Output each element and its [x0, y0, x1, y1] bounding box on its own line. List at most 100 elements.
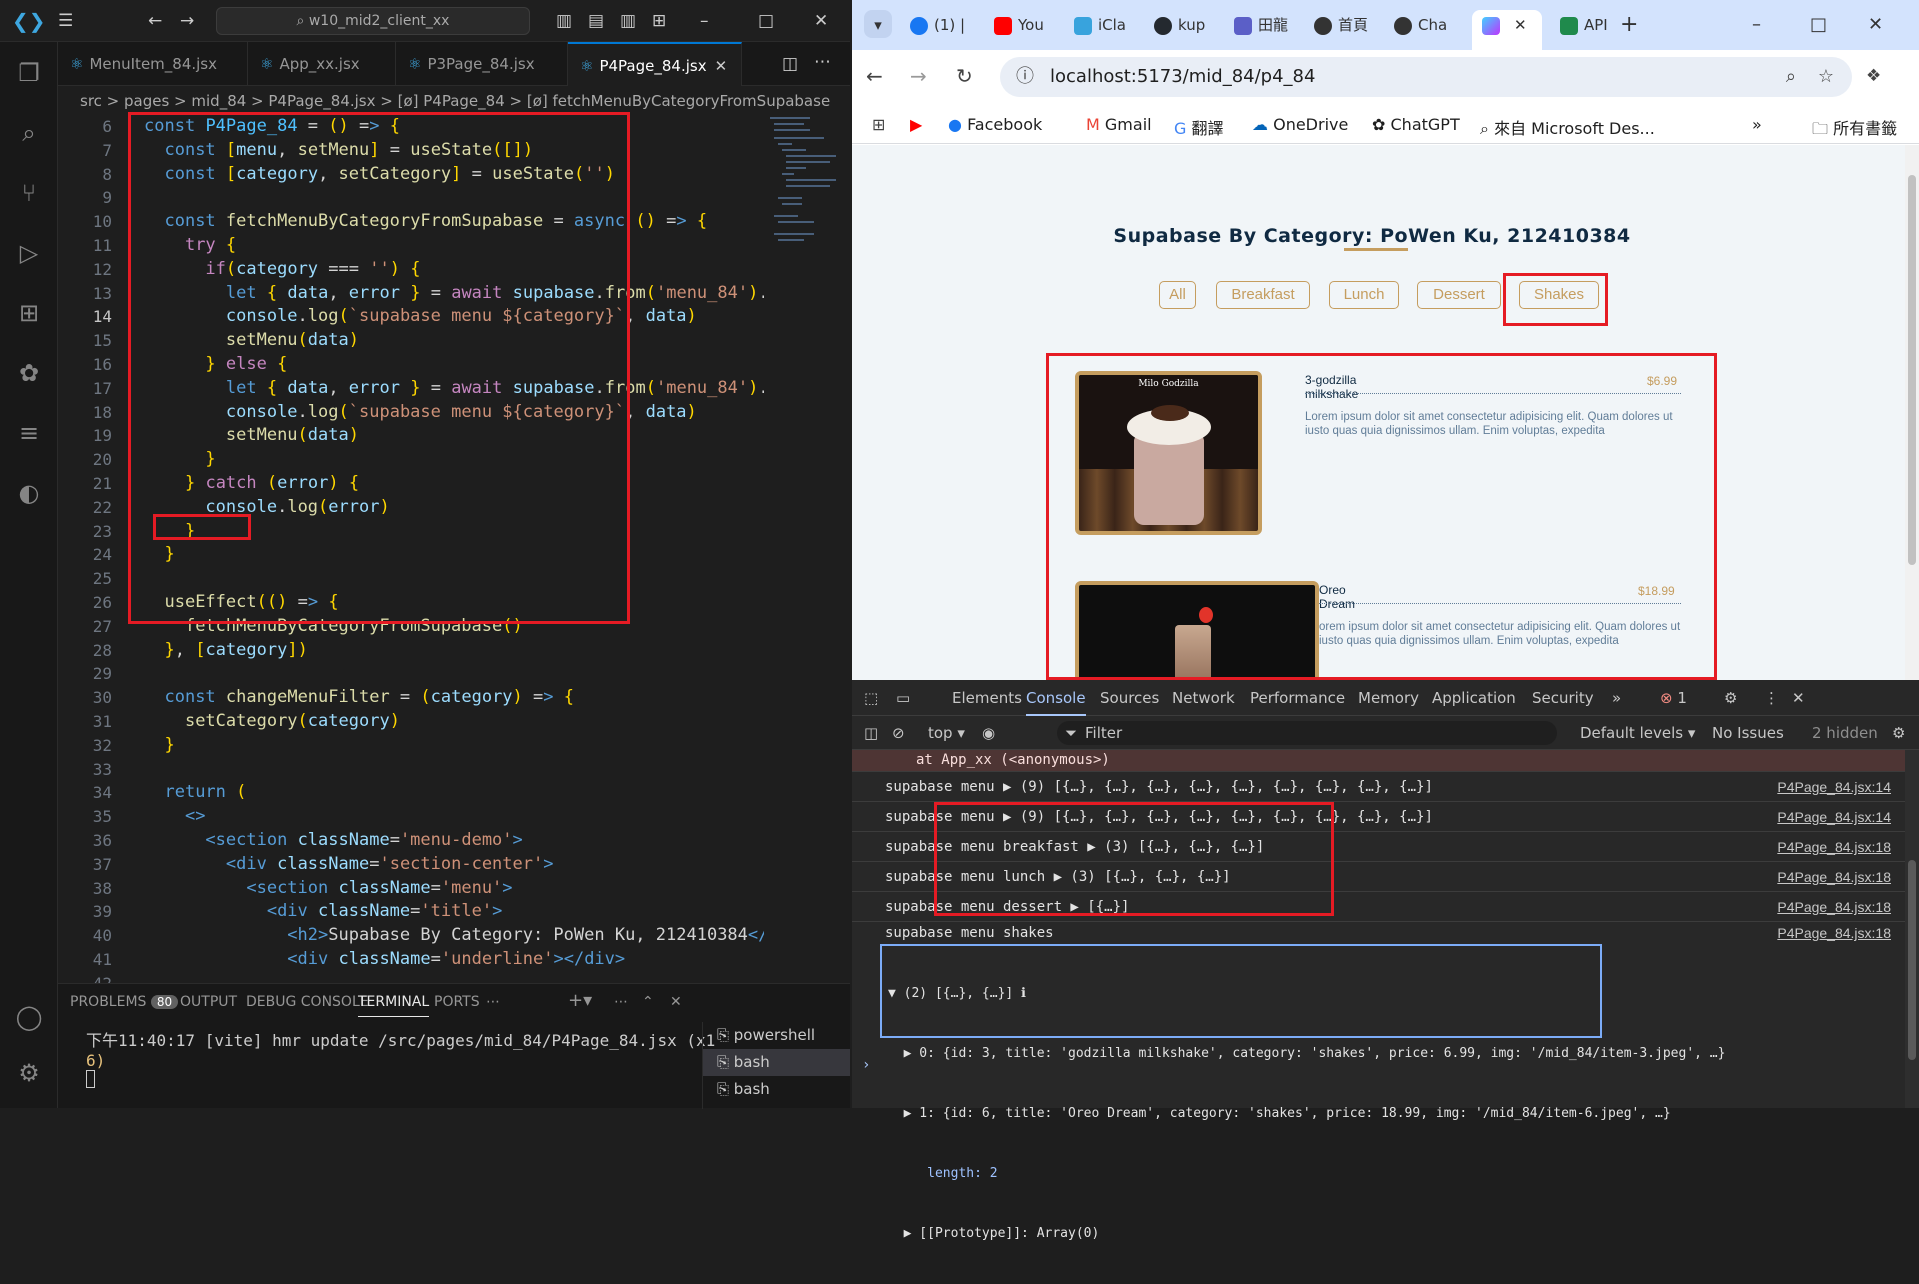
toggle-panel-icon[interactable]: ▤ [588, 11, 604, 31]
filter-breakfast-button[interactable]: Breakfast [1216, 281, 1310, 309]
clear-console-icon[interactable]: ⊘ [892, 716, 905, 750]
code-line[interactable]: </div> [144, 972, 764, 975]
breadcrumb[interactable]: src > pages > mid_84 > P4Page_84.jsx > [… [80, 88, 850, 114]
devtools-tab-security[interactable]: Security [1532, 680, 1594, 716]
bookmark-onedrive[interactable]: ☁ OneDrive [1252, 115, 1348, 134]
panel-tab-ports[interactable]: PORTS [434, 994, 480, 1010]
error-counter[interactable]: ⊗ 1 [1660, 680, 1687, 716]
code-line[interactable] [144, 567, 764, 591]
terminal-session[interactable]: ⎘ powershell [703, 1022, 850, 1049]
code-line[interactable]: <div className='section-center'> [144, 853, 764, 877]
run-debug-icon[interactable]: ▷ [14, 238, 44, 268]
account-icon[interactable]: ◯ [14, 1002, 44, 1032]
close-tab-icon[interactable]: ✕ [715, 57, 728, 75]
code-line[interactable]: let { data, error } = await supabase.fro… [144, 282, 764, 306]
command-center[interactable]: ⌕ w10_mid2_client_xx [216, 7, 530, 35]
forward-arrow-icon[interactable]: → [180, 11, 194, 31]
devtools-tab-performance[interactable]: Performance [1250, 680, 1345, 716]
code-line[interactable]: console.log(`supabase menu ${category}`,… [144, 401, 764, 425]
console-source-link[interactable]: P4Page_84.jsx:14 [1777, 772, 1891, 802]
code-line[interactable]: } [144, 448, 764, 472]
code-line[interactable] [144, 186, 764, 210]
devtools-tab-memory[interactable]: Memory [1358, 680, 1419, 716]
chatgpt-icon[interactable]: ✿ [14, 358, 44, 388]
code-line[interactable]: <div className='title'> [144, 900, 764, 924]
close-devtools-icon[interactable]: ✕ [1792, 680, 1805, 716]
panel-tab-debug-console[interactable]: DEBUG CONSOLE [246, 994, 369, 1010]
console-row[interactable]: supabase menu ▶ (9) [{…}, {…}, {…}, {…},… [852, 802, 1905, 832]
bookmark-translate[interactable]: G 翻譯 [1174, 115, 1224, 139]
code-line[interactable]: const [menu, setMenu] = useState([]) [144, 139, 764, 163]
maximize-icon[interactable]: □ [1810, 10, 1827, 40]
reload-icon[interactable]: ↻ [956, 66, 973, 86]
panel-tab-problems[interactable]: PROBLEMS 80 [70, 994, 179, 1010]
panel-tab-output[interactable]: OUTPUT [180, 994, 237, 1010]
console-filter-input[interactable]: ⏷ Filter [1057, 721, 1557, 745]
code-line[interactable]: setMenu(data) [144, 329, 764, 353]
code-line[interactable]: console.log(`supabase menu ${category}`,… [144, 305, 764, 329]
log-levels-dropdown[interactable]: Default levels ▾ [1580, 716, 1695, 750]
browser-tab[interactable]: API [1560, 10, 1608, 40]
code-line[interactable]: if(category === '') { [144, 258, 764, 282]
code-editor[interactable]: const P4Page_84 = () => { const [menu, s… [144, 115, 764, 975]
forward-icon[interactable]: → [910, 66, 927, 86]
browser-tab-active[interactable]: ✕ [1472, 10, 1542, 50]
array-header[interactable]: ▼ (2) [{…}, {…}] ℹ [888, 984, 1888, 1004]
console-source-link[interactable]: P4Page_84.jsx:18 [1777, 862, 1891, 892]
code-line[interactable]: } [144, 543, 764, 567]
back-arrow-icon[interactable]: ← [148, 11, 162, 31]
maximize-icon[interactable]: □ [758, 11, 774, 31]
minimap[interactable] [768, 115, 838, 255]
timeline-icon[interactable]: ≡ [14, 418, 44, 448]
code-line[interactable]: } [144, 734, 764, 758]
split-editor-icon[interactable]: ◫ [782, 54, 798, 74]
layout-icon[interactable]: ⊞ [652, 11, 666, 31]
bookmark-chatgpt[interactable]: ✿ ChatGPT [1372, 115, 1460, 134]
remote-icon[interactable]: ◐ [14, 478, 44, 508]
console-source-link[interactable]: P4Page_84.jsx:18 [1777, 892, 1891, 922]
code-line[interactable]: <> [144, 805, 764, 829]
code-line[interactable]: const changeMenuFilter = (category) => { [144, 686, 764, 710]
console-row[interactable]: supabase menu breakfast ▶ (3) [{…}, {…},… [852, 832, 1905, 862]
console-source-link[interactable]: P4Page_84.jsx:14 [1777, 802, 1891, 832]
minimize-icon[interactable]: – [700, 11, 709, 31]
zoom-icon[interactable]: ⌕ [1786, 57, 1796, 97]
browser-tab[interactable]: 田龍 [1234, 10, 1288, 40]
site-info-icon[interactable]: ⓘ [1016, 57, 1034, 97]
bookmark-gmail[interactable]: M Gmail [1086, 115, 1152, 134]
browser-tab[interactable]: You [994, 10, 1044, 40]
bookmark-microsoft-designer[interactable]: ⌕ 來自 Microsoft Des... [1480, 115, 1655, 139]
console-row[interactable]: supabase menu shakes P4Page_84.jsx:18 [852, 922, 1905, 944]
panel-more2-icon[interactable]: ⋯ [614, 994, 628, 1010]
browser-tab[interactable]: kup [1154, 10, 1205, 40]
extensions-icon[interactable]: ❖ [1866, 66, 1881, 86]
close-window-icon[interactable]: ✕ [1868, 10, 1883, 40]
console-row[interactable]: supabase menu ▶ (9) [{…}, {…}, {…}, {…},… [852, 772, 1905, 802]
tab-p4page[interactable]: ⚛ P4Page_84.jsx ✕ [568, 42, 742, 86]
code-line[interactable]: <section className='menu-demo'> [144, 829, 764, 853]
scroll-thumb[interactable] [1908, 175, 1916, 565]
filter-shakes-button[interactable]: Shakes [1519, 281, 1599, 309]
device-toolbar-icon[interactable]: ▭ [896, 680, 910, 716]
new-terminal-icon[interactable]: +▾ [568, 990, 592, 1011]
panel-more-icon[interactable]: ⋯ [486, 994, 500, 1010]
filter-dessert-button[interactable]: Dessert [1417, 281, 1501, 309]
maximize-panel-icon[interactable]: ⌃ [642, 994, 654, 1010]
code-line[interactable]: try { [144, 234, 764, 258]
filter-all-button[interactable]: All [1159, 281, 1196, 309]
code-line[interactable]: const fetchMenuByCategoryFromSupabase = … [144, 210, 764, 234]
browser-tab[interactable]: iCla [1074, 10, 1126, 40]
code-line[interactable]: } [144, 520, 764, 544]
settings-gear-icon[interactable]: ⚙ [14, 1058, 44, 1088]
code-line[interactable]: }, [category]) [144, 639, 764, 663]
code-line[interactable]: let { data, error } = await supabase.fro… [144, 377, 764, 401]
code-line[interactable]: const [category, setCategory] = useState… [144, 163, 764, 187]
page-scrollbar[interactable] [1905, 145, 1919, 680]
bookmarks-overflow-icon[interactable]: » [1752, 115, 1762, 134]
explorer-icon[interactable]: ❐ [14, 58, 44, 88]
expanded-array[interactable]: ▼ (2) [{…}, {…}] ℹ ▶ 0: {id: 3, title: '… [888, 944, 1888, 1284]
code-line[interactable]: console.log(error) [144, 496, 764, 520]
close-window-icon[interactable]: ✕ [814, 11, 828, 31]
inspect-element-icon[interactable]: ⬚ [864, 680, 878, 716]
array-prototype[interactable]: ▶ [[Prototype]]: Array(0) [888, 1224, 1888, 1244]
